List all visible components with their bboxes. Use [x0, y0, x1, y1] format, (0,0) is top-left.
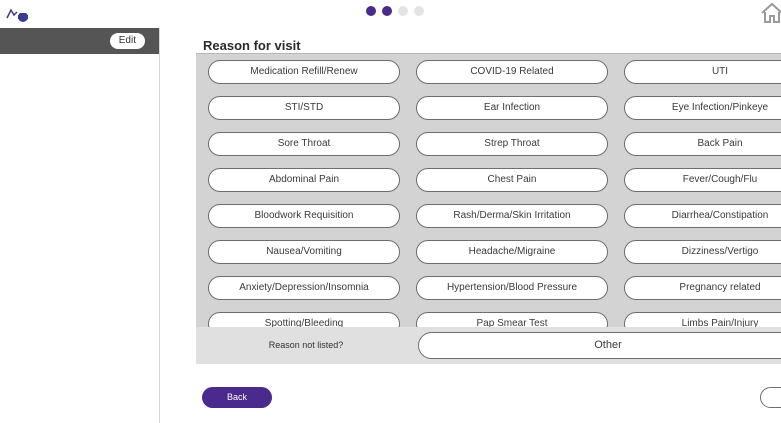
progress-indicator: [366, 6, 424, 18]
sidebar-header: Edit: [0, 28, 159, 54]
reason-grid[interactable]: Medication Refill/Renew COVID-19 Related U…: [196, 54, 781, 327]
reason-option-button[interactable]: Sore Throat: [208, 132, 400, 156]
next-button[interactable]: [760, 387, 781, 408]
reason-option-button[interactable]: STI/STD: [208, 96, 400, 120]
progress-dot: [366, 6, 376, 16]
logo-icon: [6, 8, 28, 22]
top-bar: [0, 0, 781, 28]
progress-dot: [398, 6, 408, 16]
reason-not-listed-bar: Reason not listed? Other: [196, 327, 781, 364]
progress-dot: [414, 6, 424, 16]
reason-option-button[interactable]: UTI: [624, 60, 781, 84]
reason-option-button[interactable]: Dizziness/Vertigo: [624, 240, 781, 264]
reason-option-button[interactable]: Spotting/Bleeding: [208, 312, 400, 327]
reason-option-button[interactable]: Hypertension/Blood Pressure: [416, 276, 608, 300]
reason-option-button[interactable]: Abdominal Pain: [208, 168, 400, 192]
reason-option-button[interactable]: Chest Pain: [416, 168, 608, 192]
reason-option-button[interactable]: Fever/Cough/Flu: [624, 168, 781, 192]
page-title: Reason for visit: [203, 38, 301, 53]
progress-dot: [382, 6, 392, 16]
home-icon[interactable]: [760, 2, 781, 24]
reason-option-button[interactable]: Pregnancy related: [624, 276, 781, 300]
reason-option-button[interactable]: Anxiety/Depression/Insomnia: [208, 276, 400, 300]
reason-option-button[interactable]: COVID-19 Related: [416, 60, 608, 84]
reason-option-button[interactable]: Ear Infection: [416, 96, 608, 120]
reason-option-button[interactable]: Pap Smear Test: [416, 312, 608, 327]
main-panel: Reason for visit Medication Refill/Renew…: [160, 28, 781, 423]
reason-option-button[interactable]: Bloodwork Requisition: [208, 204, 400, 228]
reason-option-button[interactable]: Back Pain: [624, 132, 781, 156]
reason-option-button[interactable]: Nausea/Vomiting: [208, 240, 400, 264]
reason-option-button[interactable]: Limbs Pain/Injury: [624, 312, 781, 327]
app-root: Edit Reason for visit Medication Refill/…: [0, 0, 781, 423]
reason-not-listed-label: Reason not listed?: [268, 340, 344, 350]
reason-option-button[interactable]: Strep Throat: [416, 132, 608, 156]
reason-option-button[interactable]: Rash/Derma/Skin Irritation: [416, 204, 608, 228]
reason-option-button[interactable]: Diarrhea/Constipation: [624, 204, 781, 228]
reason-option-button[interactable]: Headache/Migraine: [416, 240, 608, 264]
back-button[interactable]: Back: [202, 387, 272, 408]
sidebar: Edit: [0, 28, 160, 423]
reason-option-button[interactable]: Medication Refill/Renew: [208, 60, 400, 84]
edit-button[interactable]: Edit: [109, 33, 145, 49]
other-button[interactable]: Other: [418, 332, 781, 359]
reason-option-button[interactable]: Eye Infection/Pinkeye: [624, 96, 781, 120]
